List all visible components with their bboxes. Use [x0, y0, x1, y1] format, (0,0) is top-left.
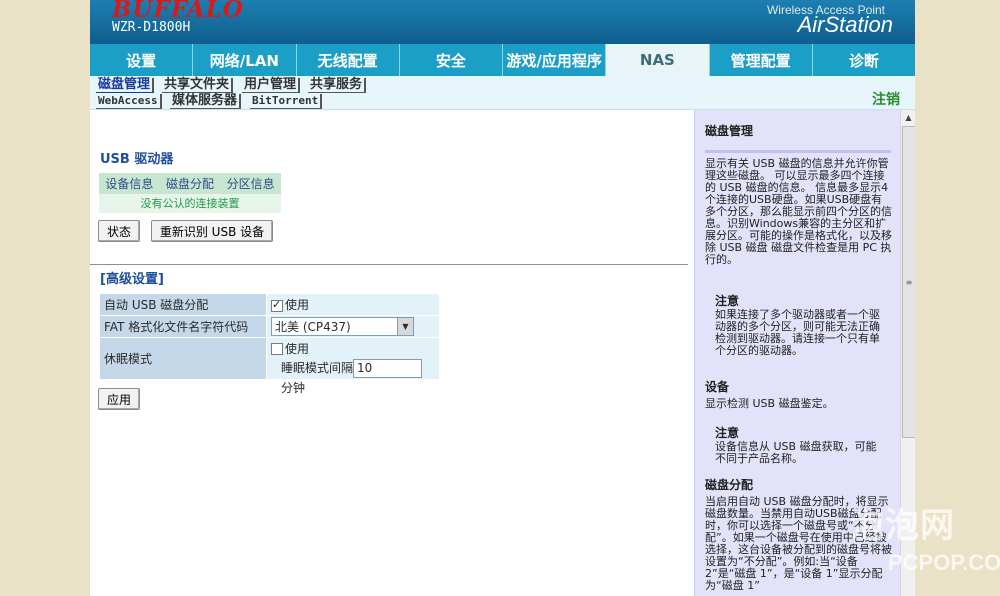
sleep-interval-unit: 分钟	[281, 380, 306, 395]
airstation-logo: AirStation	[797, 12, 893, 37]
status-button[interactable]: 状态	[98, 220, 140, 242]
help-device-title: 设备	[705, 380, 730, 394]
sleep-mode-value: 使用	[285, 341, 310, 356]
sleep-interval-label: 睡眠模式间隔	[281, 360, 354, 375]
sleep-interval-input[interactable]: 10	[353, 358, 423, 378]
subnav-disk-management[interactable]: 磁盘管理	[96, 78, 155, 93]
rescan-usb-button[interactable]: 重新识别 USB 设备	[151, 220, 273, 242]
header-banner: BUFFALO WZR-D1800H Wireless Access Point…	[90, 0, 915, 44]
auto-assign-value: 使用	[285, 298, 310, 312]
usb-info-table: 设备信息 磁盘分配 分区信息 没有公认的连接装置	[99, 173, 281, 213]
help-note1-title: 注意	[715, 294, 740, 308]
tab-device-info[interactable]: 设备信息	[99, 173, 160, 194]
subnav-shared-folders[interactable]: 共享文件夹	[162, 78, 234, 93]
tab-network-lan[interactable]: 网络/LAN	[193, 44, 297, 76]
tab-setup[interactable]: 设置	[90, 44, 194, 76]
no-device-message: 没有公认的连接装置	[99, 194, 281, 213]
tab-security[interactable]: 安全	[400, 44, 503, 76]
fat-charset-label: FAT 格式化文件名字符代码	[99, 315, 267, 338]
sub-nav: 磁盘管理 共享文件夹 用户管理 共享服务 WebAccess 媒体服务器 Bit…	[90, 76, 915, 110]
tab-nas[interactable]: NAS	[606, 44, 710, 76]
tab-wireless[interactable]: 无线配置	[297, 44, 400, 76]
main-nav: 设置 网络/LAN 无线配置 安全 游戏/应用程序 NAS 管理配置 诊断	[90, 44, 915, 76]
auto-assign-checkbox[interactable]	[271, 298, 283, 312]
tab-diagnostics[interactable]: 诊断	[813, 44, 915, 76]
subnav-user-management[interactable]: 用户管理	[242, 78, 301, 93]
model-name: WZR-D1800H	[112, 20, 191, 35]
help-panel: 磁盘管理 显示有关 USB 磁盘的信息并允许你管理这些磁盘。 可以显示最多四个连…	[694, 110, 901, 596]
auto-assign-label: 自动 USB 磁盘分配	[99, 293, 267, 316]
advanced-settings-table: 自动 USB 磁盘分配 使用 FAT 格式化文件名字符代码 北美 (CP437)…	[99, 293, 440, 395]
advanced-settings-heading: [高级设置]	[100, 272, 164, 287]
help-device-text: 显示检测 USB 磁盘鉴定。	[705, 397, 834, 410]
subnav-bittorrent[interactable]: BitTorrent	[250, 94, 323, 109]
tab-disk-allocation[interactable]: 磁盘分配	[159, 173, 221, 194]
section-divider	[90, 264, 688, 265]
sleep-mode-label: 休眠模式	[99, 337, 267, 380]
sleep-mode-checkbox[interactable]	[271, 343, 283, 355]
subnav-shared-services[interactable]: 共享服务	[308, 78, 367, 93]
tab-admin[interactable]: 管理配置	[710, 44, 813, 76]
router-admin-page: BUFFALO WZR-D1800H Wireless Access Point…	[90, 0, 915, 596]
main-content: USB 驱动器 设备信息 磁盘分配 分区信息 没有公认的连接装置 状态 重新识别…	[90, 110, 692, 596]
scroll-thumb[interactable]: ≡	[902, 126, 915, 438]
help-scrollbar[interactable]: ▲ ≡	[900, 110, 915, 596]
subnav-webaccess[interactable]: WebAccess	[96, 94, 162, 109]
usb-drive-heading: USB 驱动器	[100, 152, 174, 167]
dropdown-arrow-icon: ▼	[397, 318, 413, 335]
help-title-underline	[705, 150, 891, 153]
logout-link[interactable]: 注销	[872, 89, 900, 109]
help-note2-title: 注意	[715, 426, 740, 440]
fat-charset-value: 北美 (CP437)	[275, 320, 351, 334]
tab-games-apps[interactable]: 游戏/应用程序	[503, 44, 607, 76]
help-title: 磁盘管理	[705, 124, 754, 138]
help-intro-text: 显示有关 USB 磁盘的信息并允许你管理这些磁盘。 可以显示最多四个连接的 US…	[705, 157, 892, 266]
tab-partition-info[interactable]: 分区信息	[220, 173, 281, 194]
scroll-up-arrow-icon[interactable]: ▲	[901, 110, 915, 124]
help-note2-text: 设备信息从 USB 磁盘获取，可能不同于产品名称。	[715, 440, 877, 465]
help-allocation-title: 磁盘分配	[705, 478, 754, 492]
help-note1-text: 如果连接了多个驱动器或者一个驱动器的多个分区，则可能无法正确检测到驱动器。请连接…	[715, 308, 880, 357]
subnav-media-server[interactable]: 媒体服务器	[170, 94, 242, 109]
fat-charset-select[interactable]: 北美 (CP437) ▼	[271, 317, 414, 336]
help-allocation-text: 当启用自动 USB 磁盘分配时，将显示磁盘数量。当禁用自动USB磁盘分配时，你可…	[705, 495, 892, 592]
apply-button[interactable]: 应用	[98, 388, 140, 410]
